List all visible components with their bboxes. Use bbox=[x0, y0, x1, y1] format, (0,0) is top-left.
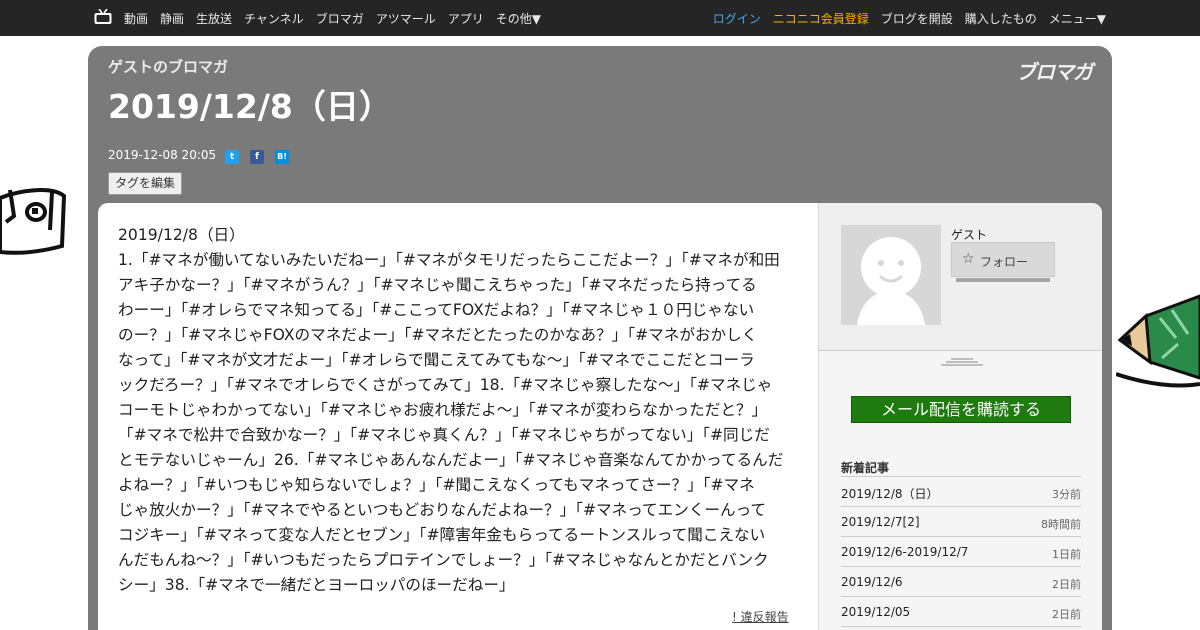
recent-article-title[interactable]: 2019/12/6-2019/12/7 bbox=[841, 545, 968, 559]
article-title: 2019/12/8（日） bbox=[108, 87, 392, 126]
article-line: コジキー」「#マネって変な人だとセブン」「#障害年金もらってるートンスルって聞こ… bbox=[118, 526, 766, 544]
hatena-bookmark-icon[interactable]: B! bbox=[275, 150, 289, 164]
menu-dropdown[interactable]: メニュー▼ bbox=[1049, 10, 1106, 27]
recent-article-item[interactable]: 2019/12/05 2日前 bbox=[841, 597, 1081, 627]
recent-articles-heading: 新着記事 bbox=[841, 461, 890, 475]
recent-article-title[interactable]: 2019/12/6 bbox=[841, 575, 903, 589]
follow-label: フォロー bbox=[980, 255, 1029, 269]
article-body: 2019/12/8（日） 1.「#マネが働いてないみたいだねー」「#マネがタモリ… bbox=[118, 223, 803, 598]
purchased-link[interactable]: 購入したもの bbox=[965, 10, 1037, 27]
blog-name[interactable]: ゲストのブロマガ bbox=[108, 56, 228, 77]
nav-item-douga[interactable]: 動画 bbox=[124, 10, 148, 27]
article-line: のー？」「#マネじゃFOXのマネだよー」「#マネだとたったのかなあ？」「#マネが… bbox=[118, 326, 758, 344]
nav-item-seiga[interactable]: 静画 bbox=[160, 10, 184, 27]
tag-edit-button[interactable]: タグを編集 bbox=[108, 172, 183, 195]
recent-article-item[interactable]: 2019/12/6-2019/12/7 1日前 bbox=[841, 537, 1081, 567]
recent-article-age: 2日前 bbox=[1052, 578, 1081, 591]
register-link[interactable]: ニコニコ会員登録 bbox=[773, 10, 869, 27]
article-line: なって」「#マネが文才だよー」「#オレらで聞こえてみてもな〜」「#マネでここだと… bbox=[118, 351, 755, 369]
article-line: とモテないじゃーん」26.「#マネじゃあんなんだよー」「#マネじゃ音楽なんてかか… bbox=[118, 451, 784, 469]
nav-item-blomaga[interactable]: ブロマガ bbox=[316, 10, 364, 27]
service-nav: 動画 静画 生放送 チャンネル ブロマガ アツマール アプリ その他▼ bbox=[124, 0, 553, 36]
recent-article-title[interactable]: 2019/12/05 bbox=[841, 605, 910, 619]
recent-article-item[interactable]: 2019/12/7[2] 8時間前 bbox=[841, 507, 1081, 537]
article-panel: 2019/12/8（日） 1.「#マネが働いてないみたいだねー」「#マネがタモリ… bbox=[98, 203, 1102, 630]
nav-item-live[interactable]: 生放送 bbox=[196, 10, 232, 27]
facebook-share-icon[interactable]: f bbox=[250, 150, 264, 164]
article-line: 「#マネで松井で合致かなー？」「#マネじゃ真くん？」「#マネじゃちがってない」「… bbox=[118, 426, 770, 444]
top-nav-bar: 動画 静画 生放送 チャンネル ブロマガ アツマール アプリ その他▼ ログイン… bbox=[0, 0, 1200, 36]
background-illustration-left bbox=[0, 188, 67, 255]
star-icon: ☆ bbox=[962, 251, 975, 267]
user-name[interactable]: ゲスト bbox=[951, 226, 987, 243]
sidebar: ゲスト ☆ フォロー メール配信を購読する 新着記事 2019/12/8（日） … bbox=[818, 203, 1102, 630]
recent-article-age: 1日前 bbox=[1052, 548, 1081, 561]
login-link[interactable]: ログイン bbox=[713, 10, 761, 27]
article-line: アキ子かなー？」「#マネがうん？」「#マネじゃ聞こえちゃった」「#マネだったら持… bbox=[118, 276, 757, 294]
follow-button[interactable]: ☆ フォロー bbox=[951, 242, 1055, 277]
recent-article-item[interactable]: 2019/12/6 2日前 bbox=[841, 567, 1081, 597]
blomaga-logo[interactable]: ブロマガ bbox=[1016, 56, 1093, 85]
account-nav: ログイン ニコニコ会員登録 ブログを開設 購入したもの メニュー▼ bbox=[713, 0, 1106, 36]
article-line: 1.「#マネが働いてないみたいだねー」「#マネがタモリだったらここだよー？」「#… bbox=[118, 251, 780, 269]
nav-item-app[interactable]: アプリ bbox=[448, 10, 484, 27]
recent-article-title[interactable]: 2019/12/8（日） bbox=[841, 485, 939, 502]
recent-article-age: 8時間前 bbox=[1041, 518, 1081, 531]
article-line: シー」38.「#マネで一緒だとヨーロッパのほーだねー」 bbox=[118, 576, 515, 594]
recent-article-age: 3分前 bbox=[1052, 488, 1081, 501]
niconico-tv-icon[interactable] bbox=[94, 9, 112, 25]
article-line: 2019/12/8（日） bbox=[118, 226, 245, 244]
profile-card: ゲスト ☆ フォロー bbox=[819, 203, 1102, 351]
article-line: じゃ放火かー？」「#マネでやるといつもどおりなんだよねー？」「#マネってエンくー… bbox=[118, 501, 767, 519]
follow-button-shadow bbox=[956, 278, 1050, 282]
nav-item-atsumaru[interactable]: アツマール bbox=[376, 10, 436, 27]
article-date: 2019-12-08 20:05 bbox=[108, 148, 217, 162]
article-line: よねー？」「#いつもじゃ知らないでしょ？」「#聞こえなくってもマネってさー？」「… bbox=[118, 476, 755, 494]
avatar[interactable] bbox=[841, 225, 941, 325]
recent-article-title[interactable]: 2019/12/7[2] bbox=[841, 515, 920, 529]
grip-handle-icon[interactable] bbox=[941, 358, 983, 366]
article-line: んだもんね〜？」「#いつもだったらプロテインでしょー？」「#マネじゃなんとかだと… bbox=[118, 551, 769, 569]
report-violation-link[interactable]: ! 違反報告 bbox=[732, 608, 789, 625]
pencil-illustration-right bbox=[1116, 294, 1200, 388]
twitter-share-icon[interactable]: t bbox=[225, 150, 239, 164]
default-avatar-icon bbox=[857, 237, 925, 325]
article-line: ックだろー？」「#マネでオレらでくさがってみて」18.「#マネじゃ察したな〜」「… bbox=[118, 376, 773, 394]
recent-articles-list: 2019/12/8（日） 3分前 2019/12/7[2] 8時間前 2019/… bbox=[841, 476, 1081, 627]
recent-article-item[interactable]: 2019/12/8（日） 3分前 bbox=[841, 477, 1081, 507]
subscribe-email-button[interactable]: メール配信を購読する bbox=[851, 396, 1071, 423]
recent-article-age: 2日前 bbox=[1052, 608, 1081, 621]
open-blog-link[interactable]: ブログを開設 bbox=[881, 10, 953, 27]
nav-item-channel[interactable]: チャンネル bbox=[244, 10, 304, 27]
article-line: わーー」「#オレらでマネ知ってる」「#ここってFOXだよね？」「#マネじゃ１０円… bbox=[118, 301, 755, 319]
article-line: コーモトじゃわかってない」「#マネじゃお疲れ様だよ〜」「#マネが変わらなかっただ… bbox=[118, 401, 768, 419]
nav-item-other[interactable]: その他▼ bbox=[496, 10, 541, 27]
